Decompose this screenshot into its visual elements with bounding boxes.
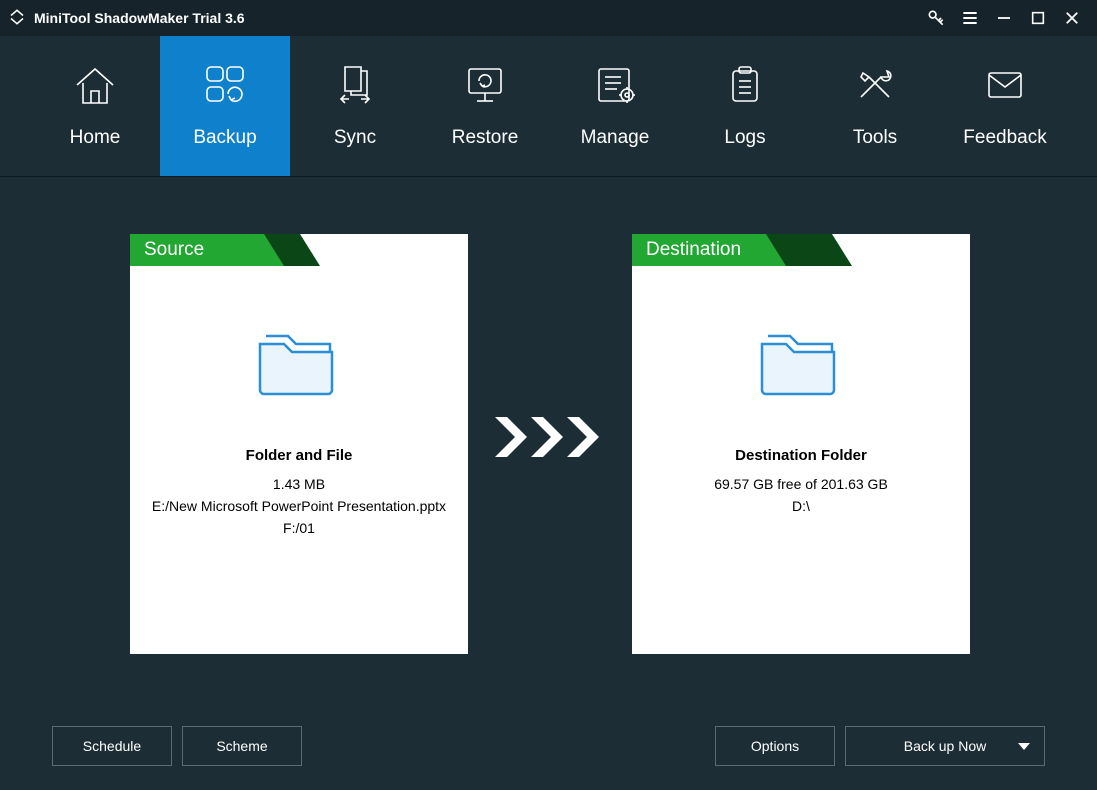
nav-feedback-label: Feedback (963, 127, 1046, 149)
nav-tools-label: Tools (853, 127, 897, 149)
source-path1: E:/New Microsoft PowerPoint Presentation… (152, 498, 446, 514)
feedback-icon (981, 63, 1029, 113)
sync-icon (331, 63, 379, 113)
source-path2: F:/01 (283, 520, 315, 536)
nav-logs-label: Logs (724, 127, 765, 149)
app-logo-title: MiniTool ShadowMaker Trial 3.6 (8, 8, 245, 29)
schedule-label: Schedule (83, 738, 141, 754)
main-nav: Home Backup Sync (0, 36, 1097, 177)
nav-tools[interactable]: Tools (810, 36, 940, 176)
key-icon[interactable] (919, 0, 953, 36)
menu-icon[interactable] (953, 0, 987, 36)
options-button[interactable]: Options (715, 726, 835, 766)
dest-tab: Destination (632, 234, 786, 266)
nav-sync-label: Sync (334, 127, 376, 149)
scheme-label: Scheme (216, 738, 267, 754)
backup-icon (201, 63, 249, 113)
manage-icon (591, 63, 639, 113)
footer-bar: Schedule Scheme Options Back up Now (0, 701, 1097, 790)
app-title: MiniTool ShadowMaker Trial 3.6 (34, 10, 245, 26)
source-body: Folder and File 1.43 MB E:/New Microsoft… (130, 266, 468, 654)
dest-path: D:\ (792, 498, 810, 514)
backup-now-button[interactable]: Back up Now (845, 726, 1045, 766)
nav-home-label: Home (70, 127, 121, 149)
logs-icon (721, 63, 769, 113)
dest-title: Destination Folder (735, 447, 867, 464)
arrows-icon (495, 417, 605, 457)
nav-backup-label: Backup (193, 127, 256, 149)
main-area: Source Folder and File 1.43 MB E:/New Mi… (0, 177, 1097, 701)
title-bar: MiniTool ShadowMaker Trial 3.6 (0, 0, 1097, 36)
source-tab: Source (130, 234, 284, 266)
source-panel[interactable]: Source Folder and File 1.43 MB E:/New Mi… (130, 234, 468, 654)
nav-home[interactable]: Home (30, 36, 160, 176)
tools-icon (851, 63, 899, 113)
nav-restore[interactable]: Restore (420, 36, 550, 176)
close-button[interactable] (1055, 0, 1089, 36)
maximize-button[interactable] (1021, 0, 1055, 36)
folder-icon (254, 326, 344, 401)
home-icon (71, 63, 119, 113)
nav-backup[interactable]: Backup (160, 36, 290, 176)
minimize-button[interactable] (987, 0, 1021, 36)
dest-tab-label: Destination (646, 239, 741, 261)
destination-panel[interactable]: Destination Destination Folder 69.57 GB … (632, 234, 970, 654)
source-title: Folder and File (246, 447, 353, 464)
nav-sync[interactable]: Sync (290, 36, 420, 176)
options-label: Options (751, 738, 799, 754)
backup-now-label: Back up Now (904, 738, 986, 754)
dest-body: Destination Folder 69.57 GB free of 201.… (632, 266, 970, 654)
scheme-button[interactable]: Scheme (182, 726, 302, 766)
dest-free: 69.57 GB free of 201.63 GB (714, 476, 888, 492)
chevron-down-icon (1018, 738, 1030, 754)
nav-feedback[interactable]: Feedback (940, 36, 1070, 176)
folder-icon (756, 326, 846, 401)
nav-logs[interactable]: Logs (680, 36, 810, 176)
app-logo-icon (8, 8, 26, 29)
source-size: 1.43 MB (273, 476, 325, 492)
schedule-button[interactable]: Schedule (52, 726, 172, 766)
restore-icon (461, 63, 509, 113)
nav-manage[interactable]: Manage (550, 36, 680, 176)
nav-manage-label: Manage (581, 127, 650, 149)
source-tab-label: Source (144, 239, 204, 261)
nav-restore-label: Restore (452, 127, 519, 149)
